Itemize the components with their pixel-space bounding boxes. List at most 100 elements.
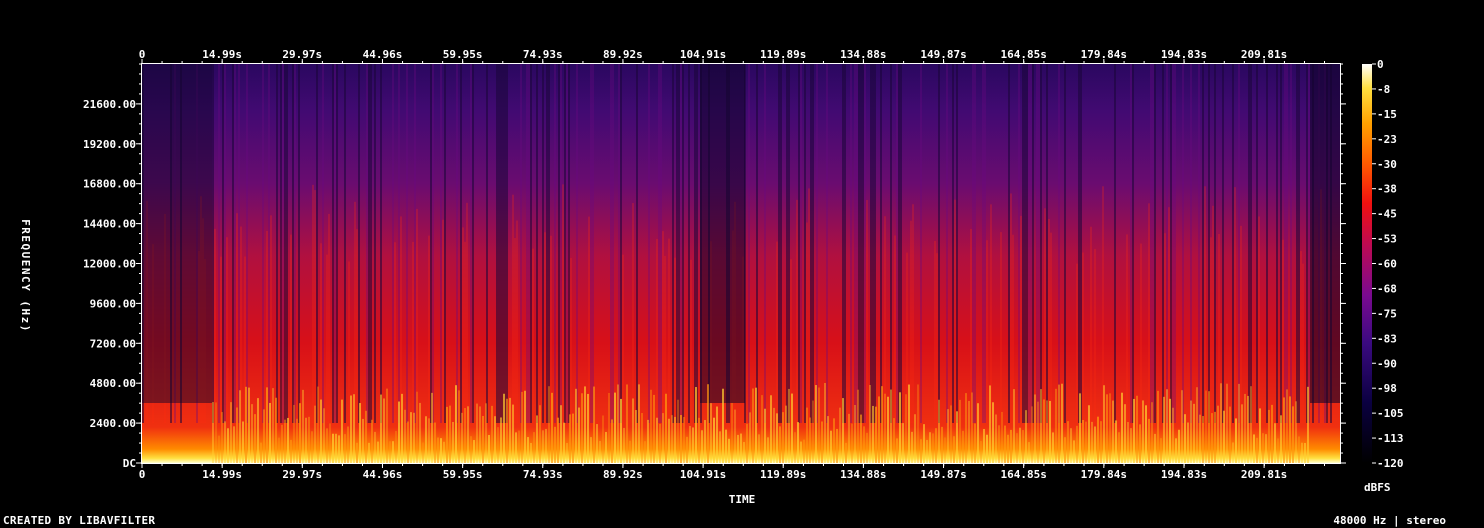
spectrum-streak [1282,239,1284,423]
spectrum-streak [1266,64,1268,423]
low-freq-burst [1115,420,1117,463]
low-freq-burst [308,416,310,463]
spectrum-streak [414,64,416,423]
spectrum-streak [464,241,466,423]
low-freq-burst [1175,438,1177,463]
spectrum-streak [982,64,984,423]
colorbar-tick-label: -45 [1377,208,1397,221]
low-freq-burst [668,418,670,463]
colorbar-tick-label: -75 [1377,307,1397,320]
low-freq-burst [770,395,772,463]
low-freq-burst [1124,404,1126,463]
x-tick-label-bottom: 29.97s [282,468,322,481]
spectrum-streak [854,64,856,423]
low-freq-burst [1169,398,1171,463]
low-freq-burst [1073,440,1075,463]
spectrum-streak [1222,64,1224,423]
spectrum-streak [394,242,396,423]
low-freq-burst [395,430,397,463]
low-freq-burst [608,392,610,463]
y-tick-label: 4800.00 [90,377,136,390]
low-freq-burst [956,411,958,463]
spectrum-streak [520,64,522,423]
low-freq-burst [794,432,796,463]
low-freq-burst [707,384,709,463]
spectrum-streak [874,64,876,423]
low-freq-burst [920,439,922,463]
low-freq-burst [254,414,256,463]
low-freq-burst [1307,386,1309,463]
x-tick-label-bottom: 59.95s [443,468,483,481]
spectrum-streak [292,64,294,423]
low-freq-burst [710,403,712,463]
spectrum-streak [1040,64,1042,423]
x-tick-label-top: 149.87s [920,48,966,61]
low-freq-burst [1199,414,1201,463]
low-freq-burst [761,395,763,463]
low-freq-burst [566,442,568,463]
low-freq-burst [275,397,277,463]
low-freq-burst [1304,442,1306,463]
low-freq-burst [260,442,262,463]
spectrum-streak [1162,64,1164,423]
low-freq-burst [404,409,406,463]
low-freq-burst [419,402,421,463]
spectrum-streak [688,64,690,423]
spectrum-streak [504,64,506,423]
spectrum-streak [1240,225,1242,423]
low-freq-burst [449,405,451,463]
low-freq-burst [650,389,652,463]
x-tick-label-bottom: 164.85s [1000,468,1046,481]
low-freq-burst [1148,418,1150,463]
quiet-region [700,64,745,403]
low-freq-burst [686,436,688,463]
low-freq-burst [548,386,550,463]
spectrum-streak [370,64,372,423]
spectrum-streak [808,188,810,423]
spectrum-streak [366,64,368,423]
low-freq-burst [290,439,292,463]
low-freq-burst [365,410,367,463]
low-freq-burst [767,437,769,463]
low-freq-burst [1085,421,1087,463]
x-tick-label-top: 104.91s [680,48,726,61]
spectrum-streak [826,64,828,423]
spectrum-streak [462,227,464,423]
low-freq-burst [1244,393,1246,463]
low-freq-burst [518,430,520,463]
spectrum-streak [1190,64,1192,423]
colorbar-tick-label: -60 [1377,258,1397,271]
low-freq-burst [1262,433,1264,463]
low-freq-burst [287,417,289,463]
x-tick-label-top: 74.93s [523,48,563,61]
low-freq-burst [1235,418,1237,463]
spectrum-streak [780,64,782,423]
low-freq-burst [1052,432,1054,463]
low-freq-burst [1127,422,1129,463]
spectrum-streak [512,194,514,423]
y-tick-label: 19200.00 [83,138,136,151]
low-freq-burst [467,406,469,463]
low-freq-burst [791,393,793,463]
spectrum-streak [226,237,228,423]
spectrum-streak [536,64,538,423]
spectrum-streak [588,216,590,423]
spectrum-streak [1258,216,1260,423]
low-freq-burst [674,416,676,463]
low-freq-burst [950,405,952,463]
spectrum-streak [894,235,896,423]
spectrum-streak [1080,64,1082,423]
spectrum-streak [236,213,238,423]
low-freq-burst [1301,442,1303,463]
low-freq-burst [974,423,976,463]
spectrum-streak [294,64,296,423]
low-freq-burst [305,417,307,463]
low-freq-burst [806,407,808,463]
low-freq-burst [605,431,607,463]
low-freq-burst [617,384,619,463]
low-freq-burst [413,412,415,463]
spectrum-streak [1022,64,1024,423]
spectrum-streak [1168,207,1170,423]
low-freq-burst [443,441,445,463]
spectrum-streak [544,232,546,423]
